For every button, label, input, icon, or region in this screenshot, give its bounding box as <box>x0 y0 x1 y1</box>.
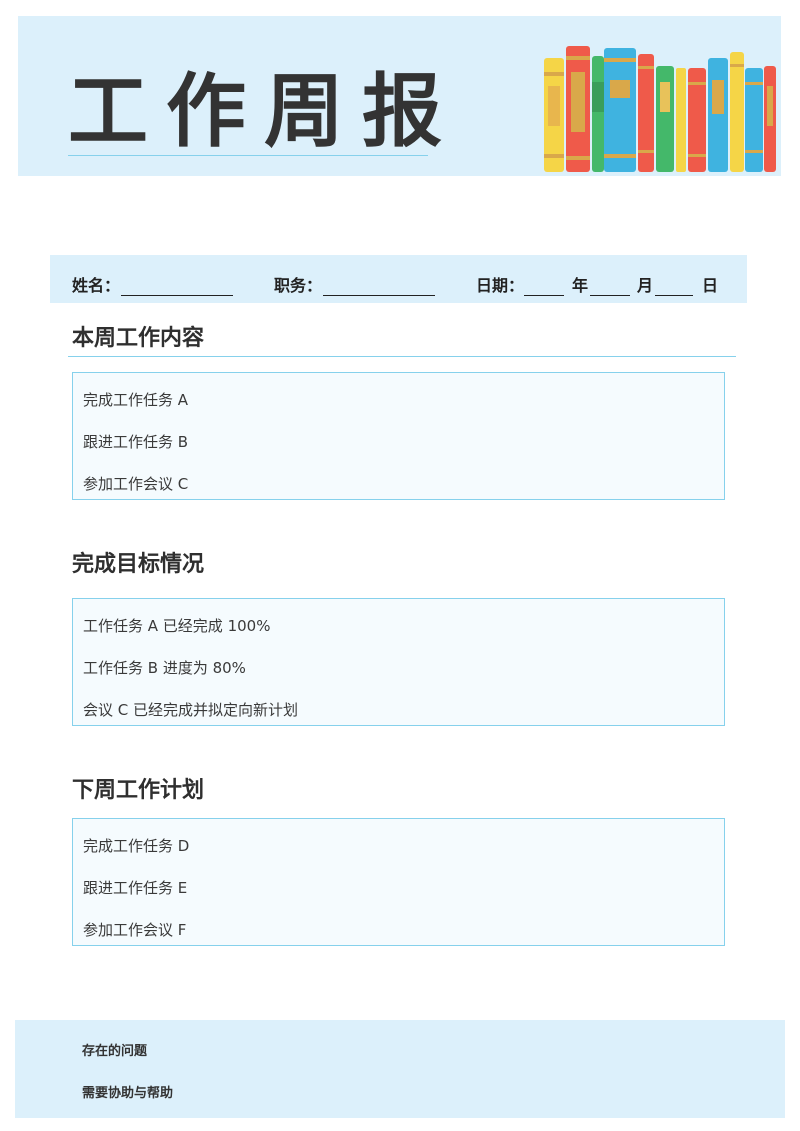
this-week-box[interactable]: 完成工作任务 A 跟进工作任务 B 参加工作会议 C <box>72 372 725 500</box>
section-title-goals: 完成目标情况 <box>72 552 205 577</box>
section-title-next-week: 下周工作计划 <box>72 778 205 803</box>
list-item: 工作任务 B 进度为 80% <box>83 659 246 677</box>
name-field[interactable] <box>121 294 233 296</box>
month-field[interactable] <box>590 294 630 296</box>
list-item: 会议 C 已经完成并拟定向新计划 <box>83 701 299 719</box>
position-field[interactable] <box>323 294 435 296</box>
goals-box[interactable]: 工作任务 A 已经完成 100% 工作任务 B 进度为 80% 会议 C 已经完… <box>72 598 725 726</box>
page-title: 工作周报 <box>68 65 460 158</box>
position-label: 职务： <box>274 276 323 295</box>
list-item: 工作任务 A 已经完成 100% <box>83 617 271 635</box>
year-field[interactable] <box>524 294 564 296</box>
year-label: 年 <box>572 276 589 295</box>
books-illustration-icon <box>544 46 776 172</box>
title-underline <box>68 155 428 156</box>
list-item: 完成工作任务 D <box>83 837 190 855</box>
section-rule <box>68 356 736 357</box>
list-item: 参加工作会议 C <box>83 475 189 493</box>
help-label: 需要协助与帮助 <box>82 1086 174 1101</box>
footer-band <box>15 1020 785 1118</box>
month-label: 月 <box>637 276 654 295</box>
list-item: 参加工作会议 F <box>83 921 187 939</box>
day-label: 日 <box>702 276 719 295</box>
next-week-box[interactable]: 完成工作任务 D 跟进工作任务 E 参加工作会议 F <box>72 818 725 946</box>
list-item: 跟进工作任务 B <box>83 433 189 451</box>
name-label: 姓名： <box>72 276 121 295</box>
list-item: 跟进工作任务 E <box>83 879 188 897</box>
problems-label: 存在的问题 <box>82 1044 148 1059</box>
list-item: 完成工作任务 A <box>83 391 189 409</box>
section-title-this-week: 本周工作内容 <box>72 326 205 351</box>
day-field[interactable] <box>655 294 693 296</box>
date-label: 日期： <box>476 276 525 295</box>
